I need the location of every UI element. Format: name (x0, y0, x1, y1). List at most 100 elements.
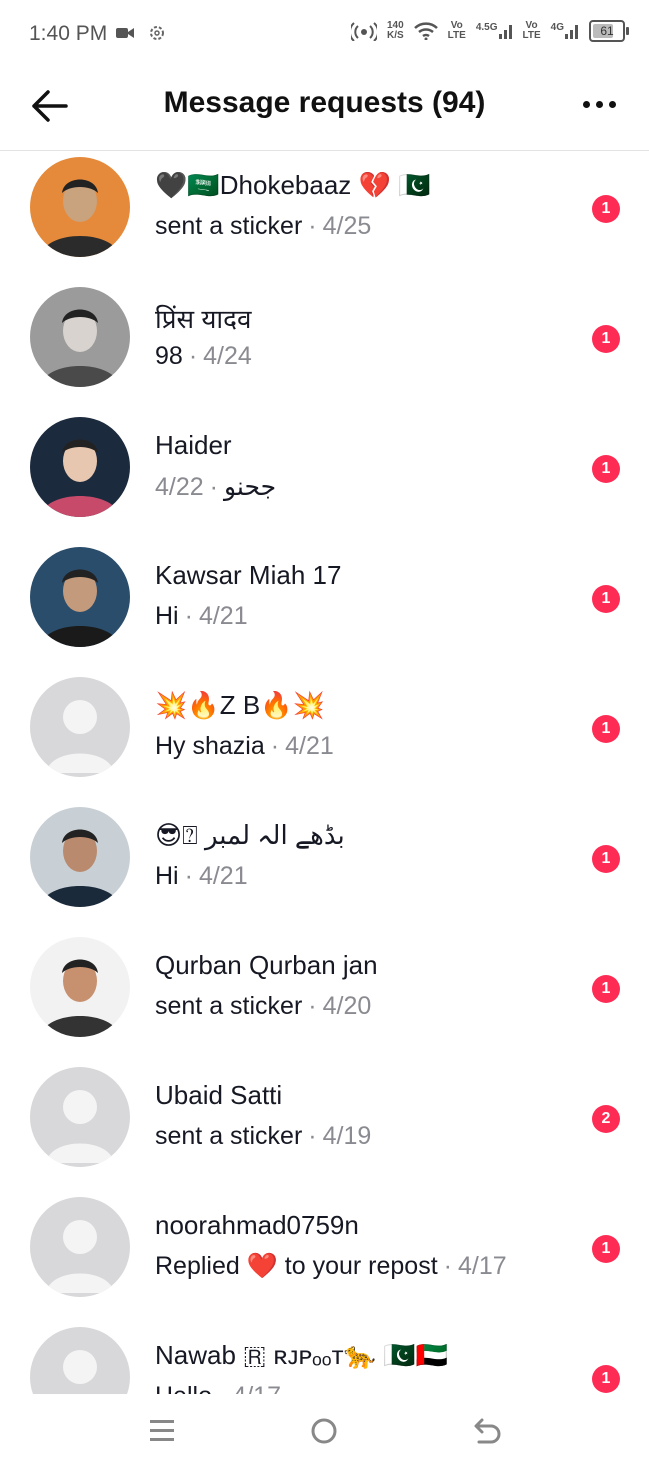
message-request-row[interactable]: 💥🔥Z B🔥💥 Hy shazia · 4/21 1 (0, 671, 649, 801)
message-request-row[interactable]: 🖤🇸🇦Dhokebaaz 💔 🇵🇰 sent a sticker · 4/25 1 (0, 151, 649, 281)
wifi-icon (413, 22, 438, 40)
unread-count-badge: 1 (592, 975, 620, 1003)
unread-count-badge: 1 (592, 585, 620, 613)
battery-icon: 61 (589, 20, 629, 42)
message-preview-line: Hi · 4/21 (155, 602, 248, 631)
avatar[interactable] (30, 1067, 130, 1167)
unread-count-badge: 2 (592, 1105, 620, 1133)
message-request-row[interactable]: Haider جحنو·4/22 1 (0, 411, 649, 541)
unread-count-badge: 1 (592, 1235, 620, 1263)
message-request-row[interactable]: Qurban Qurban jan sent a sticker · 4/20 1 (0, 931, 649, 1061)
message-preview-line: Hy shazia · 4/21 (155, 732, 334, 761)
message-preview-line: sent a sticker · 4/25 (155, 212, 371, 241)
recents-menu-icon (150, 1420, 174, 1441)
sender-name: Ubaid Satti (155, 1080, 283, 1110)
message-preview: Hello (155, 1382, 212, 1394)
more-horizontal-icon (582, 100, 590, 108)
separator-dot: · (188, 342, 198, 370)
sender-name: Kawsar Miah 17 (155, 560, 342, 590)
message-preview: sent a sticker (155, 1122, 303, 1150)
separator-dot: · (443, 1252, 452, 1280)
message-date: 4/21 (285, 732, 334, 760)
avatar[interactable] (30, 157, 130, 257)
unread-count-badge: 1 (592, 455, 620, 483)
message-request-row[interactable]: प्रिंस यादव 98 · 4/24 1 (0, 281, 649, 411)
header: Message requests (94) (0, 70, 649, 151)
separator-dot: · (308, 1122, 317, 1150)
sender-name: 🖤🇸🇦Dhokebaaz 💔 🇵🇰 (155, 170, 431, 200)
message-request-row[interactable]: 😎⍰ بڈھے الہ لمبر Hi · 4/21 1 (0, 801, 649, 931)
unread-count-badge: 1 (592, 195, 620, 223)
message-date: 4/22 (155, 473, 204, 501)
message-request-row[interactable]: Ubaid Satti sent a sticker · 4/19 2 (0, 1061, 649, 1191)
message-preview-line: Replied ❤️ to your repost · 4/17 (155, 1252, 507, 1281)
signal-icon (498, 25, 512, 39)
message-preview: sent a sticker (155, 212, 303, 240)
message-date: 4/21 (198, 862, 248, 890)
message-preview-line: sent a sticker · 4/19 (155, 1122, 371, 1151)
page-title: Message requests (94) (163, 86, 486, 119)
sim1-signal: 4.5G (476, 23, 513, 39)
message-request-row[interactable]: Nawab 🇷 ʀᴊᴘₒₒᴛ🐆 🇵🇰🇦🇪 Hello · 4/17 1 (0, 1321, 649, 1394)
avatar[interactable] (30, 677, 130, 777)
message-preview-line: 98 · 4/24 (155, 342, 252, 371)
separator-dot: · (308, 992, 317, 1020)
avatar[interactable] (30, 1327, 130, 1394)
message-request-row[interactable]: Kawsar Miah 17 Hi · 4/21 1 (0, 541, 649, 671)
message-preview-line: Hi · 4/21 (155, 862, 248, 891)
sender-name: 💥🔥Z B🔥💥 (155, 690, 325, 720)
unread-count-badge: 1 (592, 325, 620, 353)
sim1-tag: Vo LTE (447, 20, 466, 41)
net-speed: 140 K/S (386, 20, 404, 41)
back-return-icon (474, 1418, 501, 1444)
more-options-button[interactable] (579, 86, 619, 122)
message-request-row[interactable]: noorahmad0759n Replied ❤️ to your repost ·… (0, 1191, 649, 1321)
separator-dot: · (270, 732, 280, 760)
message-preview-line: sent a sticker · 4/20 (155, 992, 371, 1021)
sim2-signal: 4G (551, 23, 579, 39)
sender-name: Nawab 🇷 ʀᴊᴘₒₒᴛ🐆 🇵🇰🇦🇪 (155, 1340, 448, 1370)
avatar[interactable] (30, 547, 130, 647)
sender-name: noorahmad0759n (155, 1210, 359, 1240)
message-preview: Hi (155, 602, 179, 630)
unread-count-badge: 1 (592, 845, 620, 873)
sender-name: प्रिंस यादव (155, 304, 252, 334)
unread-count-badge: 1 (592, 715, 620, 743)
avatar[interactable] (30, 937, 130, 1037)
status-bar: 1:40 PM 140 K/S Vo LTE 4.5G Vo LTE 4G 61 (0, 0, 649, 70)
separator-dot: · (209, 473, 218, 501)
message-preview-line: جحنو·4/22 (155, 472, 276, 502)
message-request-list[interactable]: 🖤🇸🇦Dhokebaaz 💔 🇵🇰 sent a sticker · 4/25 1 प्र… (0, 151, 649, 1394)
home-circle-icon (311, 1418, 337, 1444)
sender-name: Qurban Qurban jan (155, 950, 378, 980)
message-date: 4/21 (198, 602, 248, 630)
video-camera-icon (116, 28, 134, 38)
signal-icon (565, 25, 578, 39)
avatar[interactable] (30, 1197, 130, 1297)
recents-button[interactable] (142, 1414, 182, 1448)
sender-name: Haider (155, 430, 232, 460)
status-time: 1:40 PM (29, 22, 108, 45)
message-date: 4/17 (457, 1252, 507, 1280)
sender-name: 😎⍰ بڈھے الہ لمبر (155, 820, 345, 850)
avatar[interactable] (30, 807, 130, 907)
message-date: 4/25 (322, 212, 372, 240)
avatar[interactable] (30, 287, 130, 387)
message-preview: جحنو (224, 473, 277, 501)
message-date: 4/24 (203, 342, 252, 370)
avatar[interactable] (30, 417, 130, 517)
separator-dot: · (184, 602, 193, 630)
message-preview: Replied ❤️ to your repost (155, 1252, 438, 1280)
system-back-button[interactable] (467, 1414, 507, 1448)
settings-icon (150, 26, 164, 40)
unread-count-badge: 1 (592, 1365, 620, 1393)
message-preview: Hy shazia (155, 732, 265, 760)
message-date: 4/19 (322, 1122, 372, 1150)
system-nav-bar (0, 1394, 649, 1467)
message-preview: 98 (155, 342, 183, 370)
home-button[interactable] (304, 1414, 344, 1448)
sim2-tag: Vo LTE (522, 20, 541, 41)
message-preview-line: Hello · 4/17 (155, 1382, 281, 1394)
message-preview: Hi (155, 862, 179, 890)
hotspot-icon (350, 22, 377, 41)
